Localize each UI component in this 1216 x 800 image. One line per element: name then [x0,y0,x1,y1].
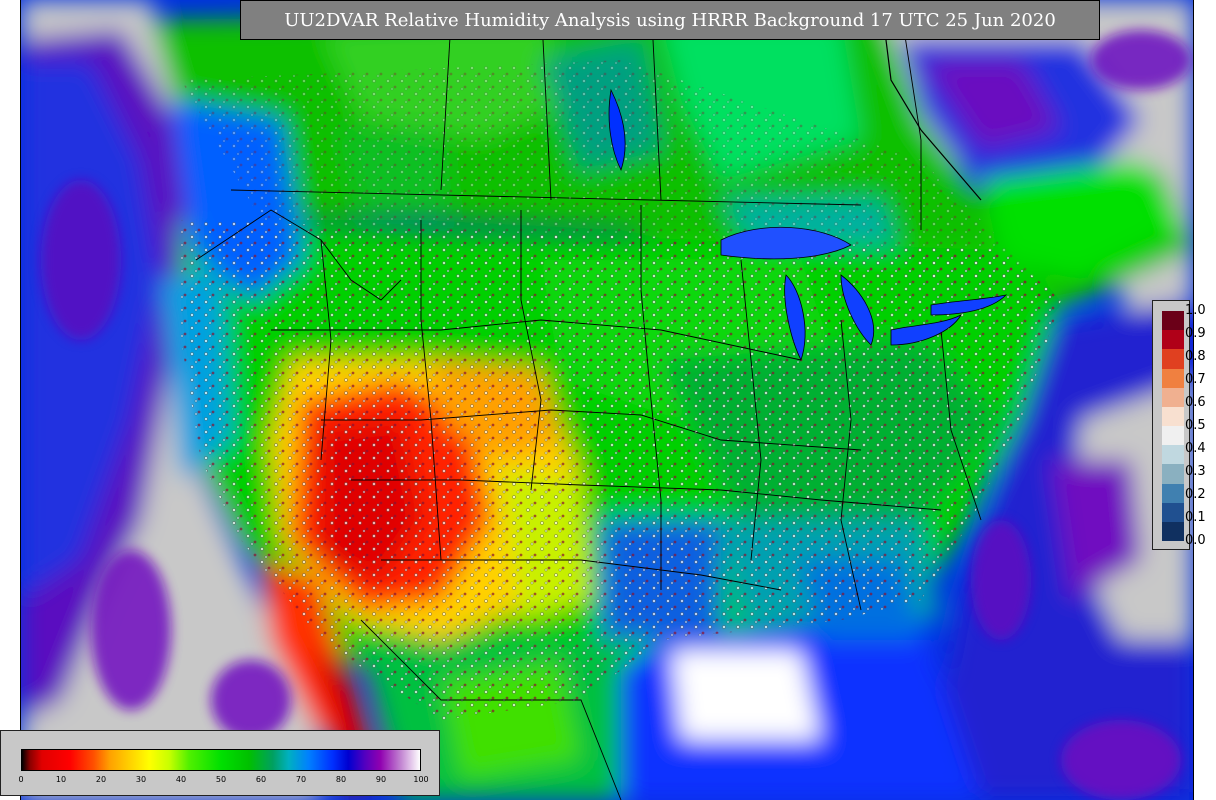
innovation-swatch [1162,464,1184,484]
rh-tick-label: 50 [215,775,227,784]
innovation-tick-label: 0.3 [1185,464,1206,479]
rh-analysis-map [21,0,1193,800]
rh-gradient-bar [21,749,421,771]
innovation-tick-label: 0.1 [1185,510,1206,525]
innovation-tick-label: 1.0 [1185,303,1206,318]
rh-tick-label: 70 [295,775,307,784]
innovation-tick-label: 0.8 [1185,349,1206,364]
innovation-swatch [1162,406,1184,427]
map-title: UU2DVAR Relative Humidity Analysis using… [240,0,1100,40]
innovation-swatch [1162,426,1184,446]
innovation-tick-label: 0.4 [1185,441,1206,456]
innovation-tick-label: 0.0 [1185,533,1206,548]
innovation-swatch [1162,483,1184,504]
rh-tick-label: 0 [18,775,24,784]
innovation-swatch [1162,349,1184,369]
innovation-tick-label: 0.5 [1185,418,1206,433]
rh-tick-label: 10 [55,775,67,784]
innovation-swatch [1162,387,1184,408]
innovation-tick-label: 0.2 [1185,487,1206,502]
rh-tick-label: 80 [335,775,347,784]
rh-colorbar: 0 10 20 30 40 50 60 70 80 90 100 [0,730,440,796]
rh-tick-label: 30 [135,775,147,784]
map-panel [20,0,1194,800]
innovation-tick-label: 0.9 [1185,326,1206,341]
rh-tick-label: 60 [255,775,267,784]
innovation-swatch [1162,521,1184,542]
rh-tick-label: 40 [175,775,187,784]
rh-tick-label: 90 [375,775,387,784]
rh-tick-label: 100 [413,775,429,784]
innovation-colorbar: 1.0 0.9 0.8 0.7 0.6 0.5 0.4 0.3 0.2 0.1 0.0 [1152,300,1206,550]
innovation-swatch [1162,311,1184,331]
innovation-tick-label: 0.6 [1185,395,1206,410]
rh-tick-label: 20 [95,775,107,784]
innovation-swatch [1162,502,1184,523]
innovation-tick-label: 0.7 [1185,372,1206,387]
innovation-swatch [1162,330,1184,350]
innovation-swatch [1162,368,1184,389]
innovation-swatch [1162,445,1184,465]
